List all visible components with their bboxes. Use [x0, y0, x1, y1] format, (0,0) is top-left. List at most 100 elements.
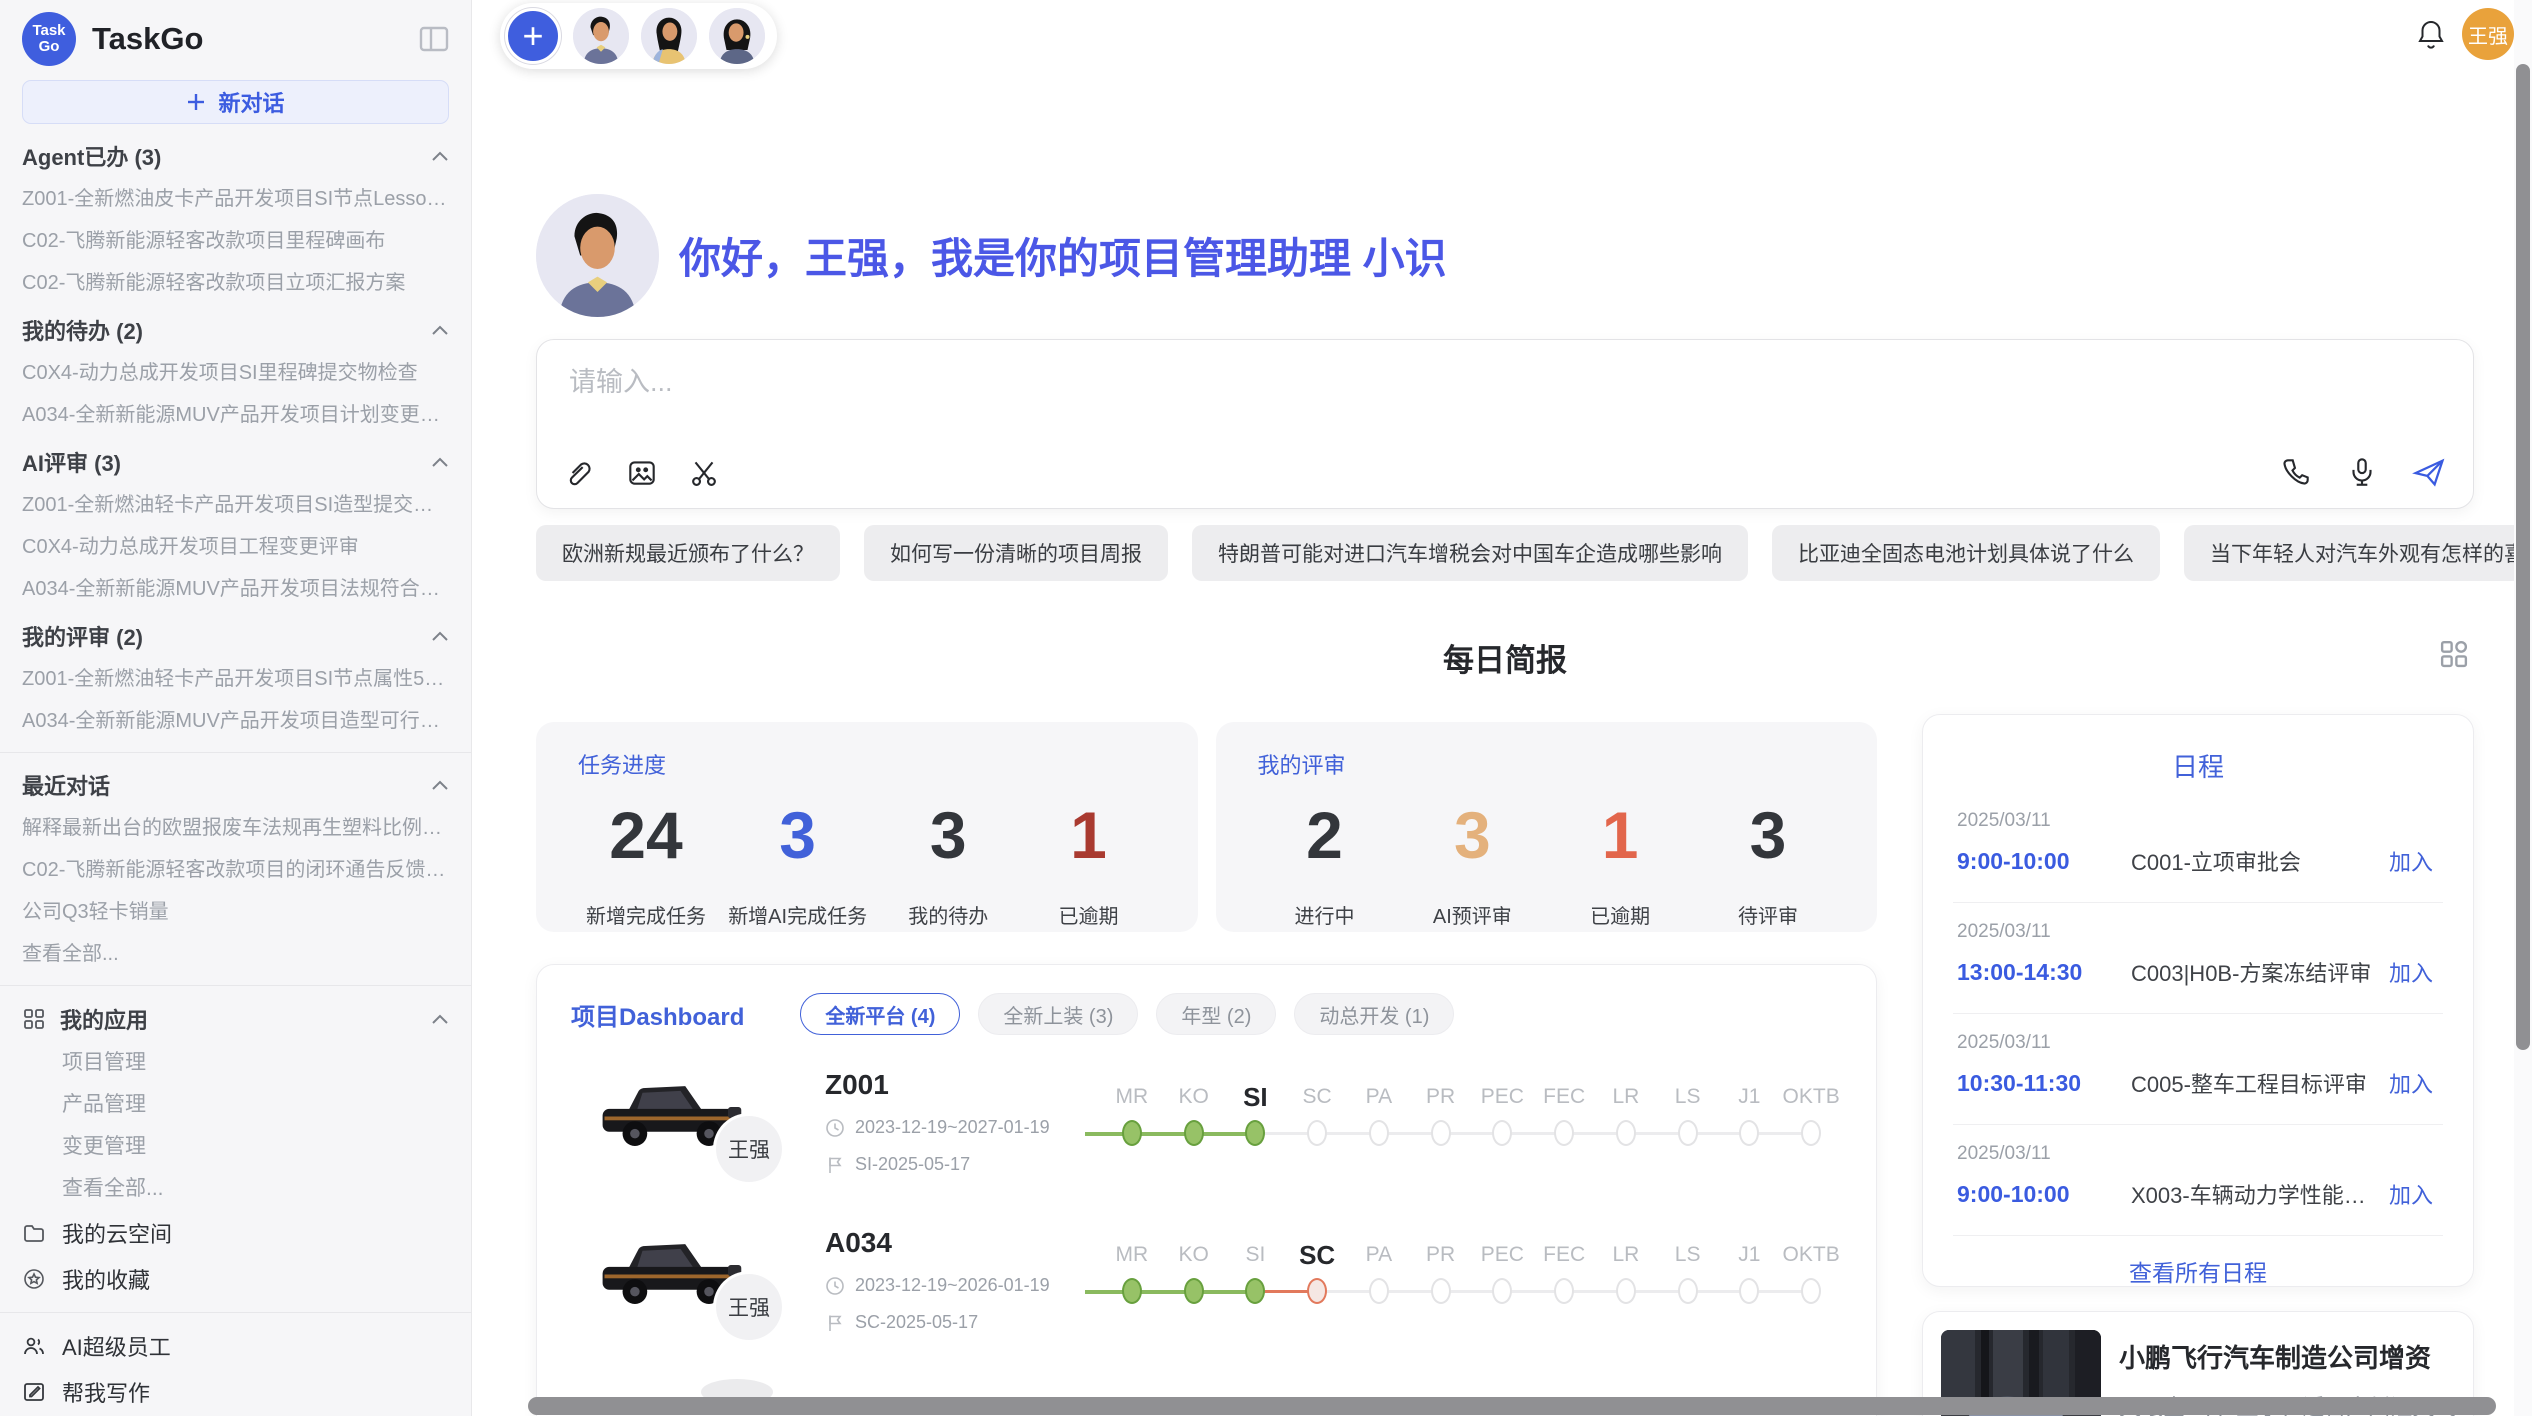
sidebar-item-ai-staff[interactable]: AI超级员工 [0, 1323, 471, 1369]
stat-label: AI预评审 [1413, 900, 1531, 929]
user-avatar[interactable]: 王强 [2462, 8, 2514, 60]
suggestion-chip[interactable]: 如何写一份清晰的项目周报 [864, 525, 1168, 581]
milestone: OKTB [1780, 1237, 1842, 1313]
writing-label: 帮我写作 [62, 1376, 150, 1408]
composer [536, 339, 2474, 509]
person-avatar-icon [536, 194, 659, 317]
schedule-item: 2025/03/11 9:00-10:00 X003-车辆动力学性能验... 加… [1953, 1125, 2443, 1236]
dashboard-tab[interactable]: 全新上装 (3) [978, 993, 1138, 1035]
voice-call-button[interactable] [2279, 455, 2313, 489]
sidebar-item[interactable]: Z001-全新燃油皮卡产品开发项目SI节点Lesson Learn报告 [22, 178, 449, 220]
project-row[interactable]: 王强 A034 2023-12-19~2026-01-19 [571, 1227, 1842, 1351]
my-apps-items: 项目管理产品管理变更管理查看全部... [0, 1042, 471, 1210]
send-button[interactable] [2411, 454, 2447, 490]
sidebar-item-writing[interactable]: 帮我写作 [0, 1369, 471, 1415]
stat-label: 新增AI完成任务 [728, 900, 867, 929]
sidebar-section: 我的待办 (2) C0X4-动力总成开发项目SI里程碑提交物检查 A034-全新… [0, 308, 471, 436]
sidebar-section-header[interactable]: 我的待办 (2) [22, 308, 449, 352]
attach-file-button[interactable] [563, 456, 597, 490]
agent-avatar[interactable] [573, 8, 629, 64]
schedule-item: 2025/03/11 9:00-10:00 C001-立项审批会 加入 [1953, 792, 2443, 903]
my-apps-item[interactable]: 变更管理 [0, 1126, 471, 1168]
recent-chat-item[interactable]: 解释最新出台的欧盟报废车法规再生塑料比例被调至15%... [22, 807, 449, 849]
milestone: KO [1163, 1079, 1225, 1155]
schedule-meeting-name: C005-整车工程目标评审 [2131, 1067, 2383, 1099]
my-apps-item[interactable]: 项目管理 [0, 1042, 471, 1084]
microphone-button[interactable] [2345, 455, 2379, 489]
chevron-up-icon [431, 150, 449, 162]
agent-avatar[interactable] [641, 8, 697, 64]
person-avatar-icon [709, 8, 765, 64]
milestone-label: SI [1225, 1079, 1287, 1115]
sidebar-item[interactable]: C0X4-动力总成开发项目SI里程碑提交物检查 [22, 352, 449, 394]
recent-view-all[interactable]: 查看全部... [22, 933, 449, 975]
milestone-node [1801, 1278, 1821, 1304]
new-chat-button[interactable]: 新对话 [22, 80, 449, 124]
ai-staff-label: AI超级员工 [62, 1330, 171, 1362]
sidebar-item[interactable]: C02-飞腾新能源轻客改款项目里程碑画布 [22, 220, 449, 262]
my-apps-item[interactable]: 产品管理 [0, 1084, 471, 1126]
sidebar-item-cloud-space[interactable]: 我的云空间 [0, 1210, 471, 1256]
horizontal-scrollbar-thumb[interactable] [528, 1397, 2496, 1415]
sidebar-item[interactable]: A034-全新新能源MUV产品开发项目计划变更表编写 [22, 394, 449, 436]
sidebar-item[interactable]: A034-全新新能源MUV产品开发项目造型可行性评审 [22, 700, 449, 742]
stat: 3 待评审 [1709, 802, 1827, 929]
milestone-label: LR [1595, 1079, 1657, 1115]
join-meeting-button[interactable]: 加入 [2383, 1177, 2439, 1211]
chevron-up-icon [431, 1013, 449, 1025]
agent-avatar-bar: + [500, 3, 777, 69]
sidebar-item[interactable]: A034-全新新能源MUV产品开发项目法规符合性评审 [22, 568, 449, 610]
sidebar-item-favorites[interactable]: 我的收藏 [0, 1256, 471, 1302]
join-meeting-button[interactable]: 加入 [2383, 844, 2439, 878]
add-agent-button[interactable]: + [505, 8, 561, 64]
vertical-scrollbar-thumb[interactable] [2516, 64, 2530, 1050]
schedule-card: 日程 2025/03/11 9:00-10:00 C001-立项审批会 加入 [1922, 714, 2474, 1287]
join-meeting-button[interactable]: 加入 [2383, 1066, 2439, 1100]
sidebar-my-apps-header[interactable]: 我的应用 [0, 996, 471, 1042]
milestone-node [1369, 1120, 1389, 1146]
suggestion-chip[interactable]: 比亚迪全固态电池计划具体说了什么 [1772, 525, 2160, 581]
sidebar-task-sections: Agent已办 (3) Z001-全新燃油皮卡产品开发项目SI节点Lesson … [0, 134, 471, 742]
recent-chat-item[interactable]: 公司Q3轻卡销量 [22, 891, 449, 933]
sidebar-section-header[interactable]: AI评审 (3) [22, 440, 449, 484]
sidebar-section: 我的评审 (2) Z001-全新燃油轻卡产品开发项目SI节点属性5D文件评审 A… [0, 614, 471, 742]
screenshot-button[interactable] [687, 456, 721, 490]
sidebar-section-title: AI评审 (3) [22, 446, 121, 478]
sidebar-section-header[interactable]: 我的评审 (2) [22, 614, 449, 658]
sidebar-item[interactable]: Z001-全新燃油轻卡产品开发项目SI造型提交物评审 [22, 484, 449, 526]
my-apps-item[interactable]: 查看全部... [0, 1168, 471, 1210]
composer-input[interactable] [567, 366, 2443, 399]
suggestion-chip[interactable]: 当下年轻人对汽车外观有怎样的喜好趋势 [2184, 525, 2532, 581]
sidebar-item[interactable]: Z001-全新燃油轻卡产品开发项目SI节点属性5D文件评审 [22, 658, 449, 700]
join-meeting-button[interactable]: 加入 [2383, 955, 2439, 989]
dashboard-tab[interactable]: 动总开发 (1) [1294, 993, 1454, 1035]
sidebar-item[interactable]: C02-飞腾新能源轻客改款项目立项汇报方案 [22, 262, 449, 304]
view-all-schedule-link[interactable]: 查看所有日程 [1953, 1236, 2443, 1296]
schedule-date: 2025/03/11 [1957, 921, 2439, 943]
brief-layout-button[interactable] [2434, 635, 2474, 673]
sidebar-item[interactable]: C0X4-动力总成开发项目工程变更评审 [22, 526, 449, 568]
milestone-label: OKTB [1780, 1079, 1842, 1115]
milestone-label: LR [1595, 1237, 1657, 1273]
grid-apps-icon [2434, 635, 2474, 673]
dashboard-tab[interactable]: 年型 (2) [1156, 993, 1276, 1035]
recent-section-header[interactable]: 最近对话 [22, 763, 449, 807]
suggestion-chip[interactable]: 欧洲新规最近颁布了什么？ [536, 525, 840, 581]
milestone-label: J1 [1719, 1079, 1781, 1115]
sidebar-toggle-button[interactable] [419, 25, 449, 53]
recent-chat-item[interactable]: C02-飞腾新能源轻客改款项目的闭环通告反馈情况 [22, 849, 449, 891]
milestone: PR [1410, 1079, 1472, 1155]
insert-image-button[interactable] [625, 456, 659, 490]
suggestion-chip[interactable]: 特朗普可能对进口汽车增税会对中国车企造成哪些影响 [1192, 525, 1748, 581]
dashboard-tab[interactable]: 全新平台 (4) [800, 993, 960, 1035]
milestone-node [1492, 1278, 1512, 1304]
project-row[interactable]: 王强 Z001 2023-12-19~2027-01-19 [571, 1069, 1842, 1193]
agent-avatar[interactable] [709, 8, 765, 64]
milestone: FEC [1533, 1237, 1595, 1313]
schedule-item: 2025/03/11 10:30-11:30 C005-整车工程目标评审 加入 [1953, 1014, 2443, 1125]
notifications-button[interactable] [2415, 18, 2447, 52]
divider [0, 752, 471, 753]
sidebar-section-header[interactable]: Agent已办 (3) [22, 134, 449, 178]
stat-value: 3 [728, 802, 867, 868]
project-dates: 2023-12-19~2026-01-19 [825, 1275, 1061, 1296]
